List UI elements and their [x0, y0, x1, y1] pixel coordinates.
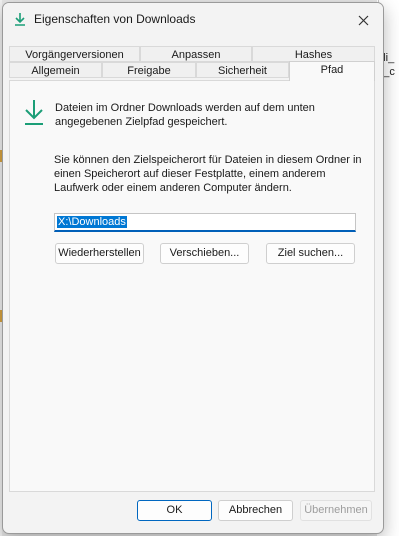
title-bar[interactable]: Eigenschaften von Downloads: [3, 3, 383, 35]
tab-sicherheit[interactable]: Sicherheit: [196, 62, 289, 78]
close-button[interactable]: [347, 7, 379, 33]
hint-text: Sie können den Zielspeicherort für Datei…: [54, 154, 362, 194]
tab-freigabe[interactable]: Freigabe: [102, 62, 196, 78]
window-title: Eigenschaften von Downloads: [34, 12, 196, 26]
tab-allgemein[interactable]: Allgemein: [9, 62, 102, 78]
cancel-button[interactable]: Abbrechen: [218, 500, 293, 521]
ok-button[interactable]: OK: [137, 500, 212, 521]
tab-panel-pfad: Dateien im Ordner Downloads werden auf d…: [9, 80, 375, 492]
download-icon: [25, 100, 43, 125]
download-icon: [15, 13, 25, 26]
tab-hashes[interactable]: Hashes: [252, 46, 375, 62]
tab-pfad[interactable]: Pfad: [289, 61, 375, 81]
target-path-value: X:\Downloads: [57, 216, 127, 228]
find-target-button[interactable]: Ziel suchen...: [266, 243, 355, 264]
close-icon: [358, 15, 368, 25]
info-text: Dateien im Ordner Downloads werden auf d…: [55, 102, 315, 128]
tab-vorgaengerversionen[interactable]: Vorgängerversionen: [9, 46, 140, 62]
target-path-input[interactable]: X:\Downloads: [54, 213, 356, 232]
apply-button[interactable]: Übernehmen: [300, 500, 372, 521]
tab-anpassen[interactable]: Anpassen: [140, 46, 252, 62]
restore-button[interactable]: Wiederherstellen: [55, 243, 144, 264]
properties-dialog: Eigenschaften von Downloads Vorgängerver…: [2, 2, 384, 534]
move-button[interactable]: Verschieben...: [160, 243, 249, 264]
